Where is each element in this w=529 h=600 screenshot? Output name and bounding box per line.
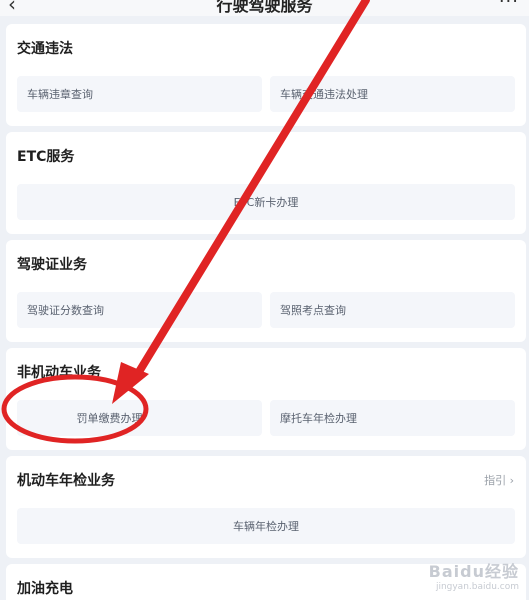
- etc-new-card-button[interactable]: ETC新卡办理: [17, 184, 515, 220]
- section-vehicle-inspection: 机动车年检业务 指引 › 车辆年检办理: [6, 456, 526, 558]
- section-license-business: 驾驶证业务 驾驶证分数查询 驾照考点查询: [6, 240, 526, 342]
- section-traffic-violation: 交通违法 车辆违章查询 车辆交通违法处理: [6, 24, 526, 126]
- section-non-motor-business: 非机动车业务 罚单缴费办理 摩托车年检办理: [6, 348, 526, 450]
- guide-link[interactable]: 指引 ›: [484, 472, 514, 488]
- more-icon[interactable]: ···: [499, 0, 519, 12]
- section-etc-service: ETC服务 ETC新卡办理: [6, 132, 526, 234]
- traffic-violation-handle-button[interactable]: 车辆交通违法处理: [270, 76, 515, 112]
- exam-site-query-button[interactable]: 驾照考点查询: [270, 292, 515, 328]
- section-title: ETC服务: [17, 149, 75, 165]
- watermark-logo: Baidu经验 jingyan.baidu.com: [429, 558, 519, 592]
- section-title: 非机动车业务: [17, 365, 101, 381]
- top-bar: ‹ 行驶驾驶服务 ···: [0, 0, 529, 16]
- motorcycle-inspection-button[interactable]: 摩托车年检办理: [270, 400, 515, 436]
- vehicle-violation-query-button[interactable]: 车辆违章查询: [17, 76, 262, 112]
- watermark-url: jingyan.baidu.com: [435, 582, 519, 592]
- fine-payment-button[interactable]: 罚单缴费办理: [17, 400, 262, 436]
- section-title: 机动车年检业务: [17, 473, 115, 489]
- license-points-query-button[interactable]: 驾驶证分数查询: [17, 292, 262, 328]
- page-title: 行驶驾驶服务: [216, 0, 313, 15]
- section-title: 驾驶证业务: [17, 257, 87, 273]
- watermark-text: Baidu经验: [428, 562, 519, 581]
- section-title: 加油充电: [17, 581, 73, 597]
- section-title: 交通违法: [17, 41, 73, 57]
- vehicle-inspection-button[interactable]: 车辆年检办理: [17, 508, 515, 544]
